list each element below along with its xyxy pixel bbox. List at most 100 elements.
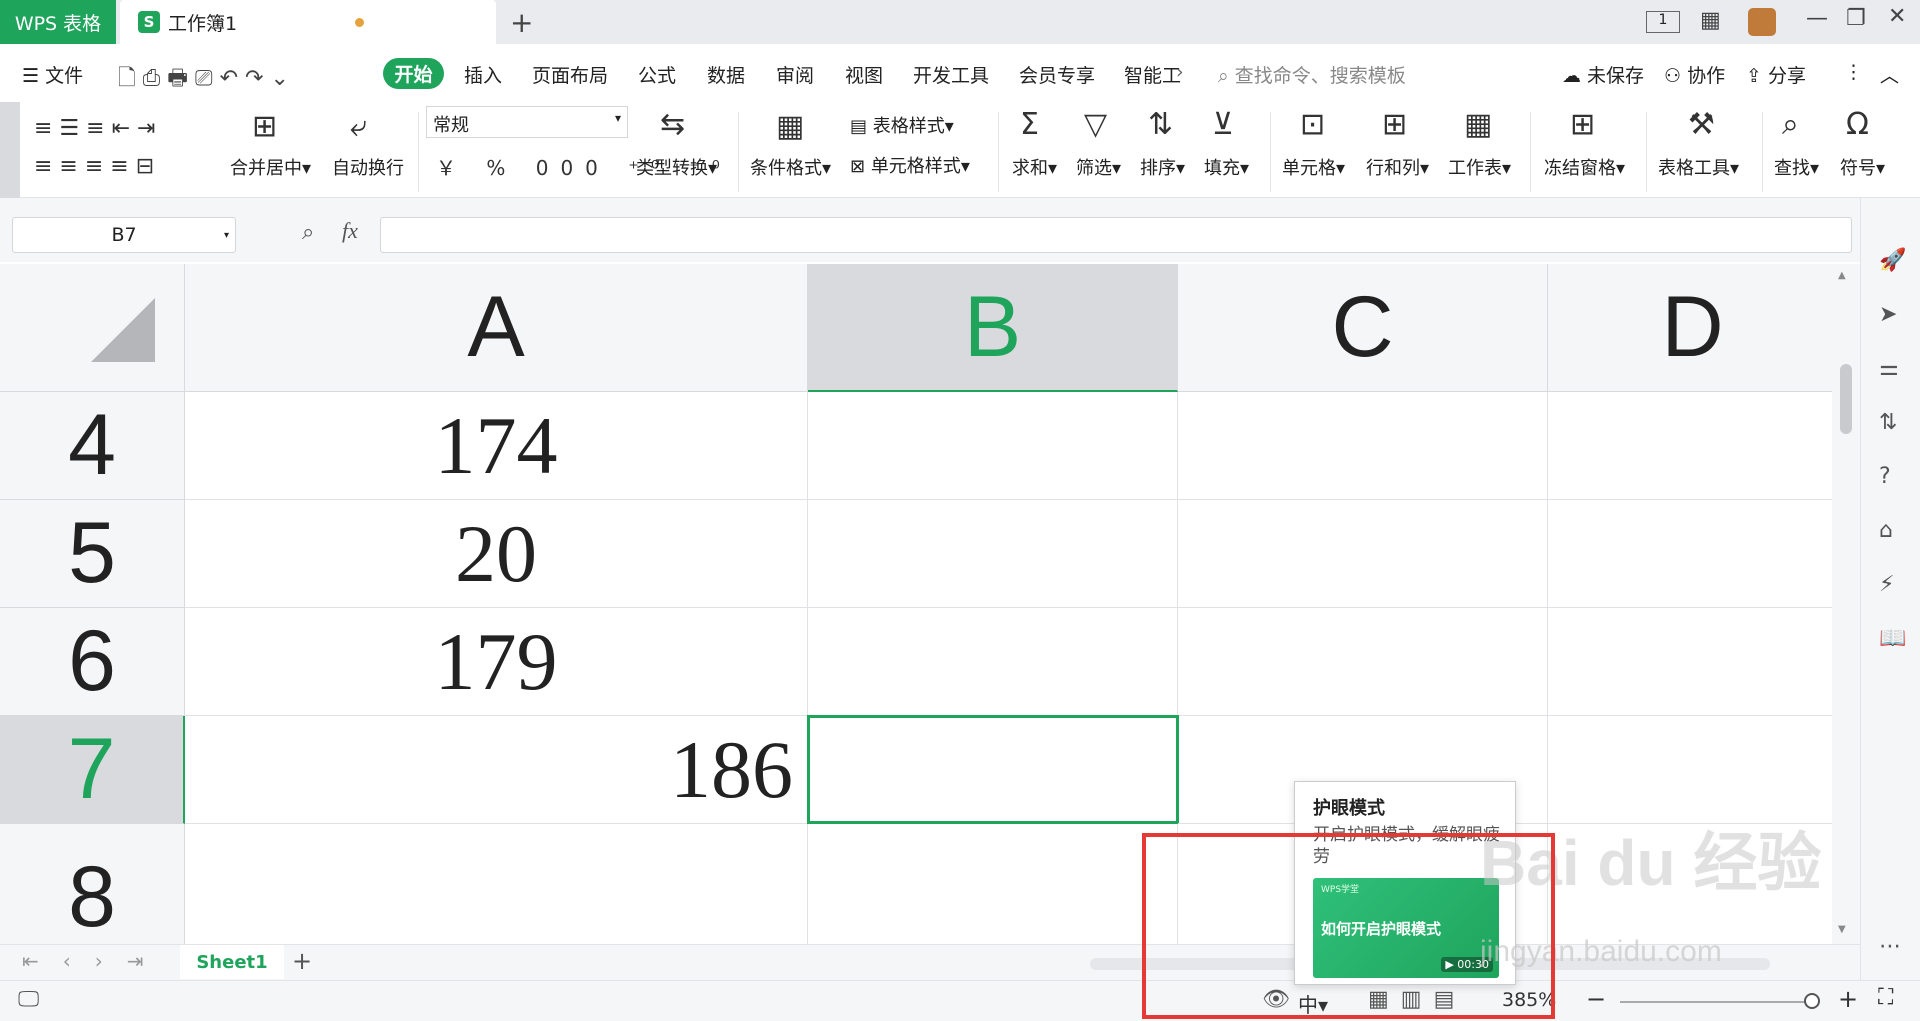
column-header-d[interactable]: D bbox=[1548, 264, 1832, 392]
restore-icon[interactable]: ❐ bbox=[1846, 6, 1866, 31]
cell-a4[interactable]: 174 bbox=[185, 392, 808, 500]
zoom-in-icon[interactable]: + bbox=[1838, 985, 1858, 1013]
avatar[interactable] bbox=[1748, 8, 1776, 36]
column-header-b[interactable]: B bbox=[808, 264, 1178, 392]
menu-member[interactable]: 会员专享 bbox=[1019, 61, 1095, 88]
table-style-button[interactable]: ▤ 表格样式▾ bbox=[850, 112, 954, 138]
lightning-icon[interactable]: ⚡ bbox=[1879, 572, 1894, 597]
name-box[interactable]: B7 ▾ bbox=[12, 217, 236, 253]
page-indicator[interactable]: 1 bbox=[1646, 11, 1680, 33]
menu-more-icon[interactable]: › bbox=[1176, 61, 1184, 83]
vertical-scroll-thumb[interactable] bbox=[1840, 364, 1852, 434]
menu-page-layout[interactable]: 页面布局 bbox=[532, 61, 608, 88]
grid-apps-icon[interactable]: ▦ bbox=[1700, 8, 1721, 33]
cell-c4[interactable] bbox=[1178, 392, 1548, 500]
menu-review[interactable]: 审阅 bbox=[776, 61, 814, 88]
store-icon[interactable]: ⌂ bbox=[1879, 518, 1893, 543]
cell-button[interactable]: 单元格▾ bbox=[1282, 154, 1345, 180]
ribbon-scroll-left[interactable] bbox=[0, 102, 20, 198]
row-col-button[interactable]: 行和列▾ bbox=[1366, 154, 1429, 180]
zoom-formula-icon[interactable]: ⌕ bbox=[302, 220, 314, 245]
table-tools-button[interactable]: 表格工具▾ bbox=[1658, 154, 1739, 180]
row-header-6[interactable]: 6 bbox=[0, 608, 185, 716]
cell-c5[interactable] bbox=[1178, 500, 1548, 608]
close-icon[interactable]: ✕ bbox=[1888, 4, 1906, 29]
symbol-button[interactable]: 符号▾ bbox=[1840, 154, 1885, 180]
rocket-icon[interactable]: 🚀 bbox=[1879, 248, 1906, 273]
command-search[interactable]: ⌕ 查找命令、搜索模板 bbox=[1218, 61, 1406, 88]
add-sheet-icon[interactable]: + bbox=[292, 947, 312, 975]
select-all-corner[interactable] bbox=[0, 264, 185, 392]
wrap-text-button[interactable]: 自动换行 bbox=[332, 154, 404, 180]
type-convert-button[interactable]: 类型转换▾ bbox=[636, 154, 717, 180]
zoom-out-icon[interactable]: − bbox=[1586, 985, 1606, 1013]
transfer-icon[interactable]: ⇅ bbox=[1879, 410, 1897, 435]
file-menu[interactable]: ☰ 文件 bbox=[22, 61, 83, 88]
freeze-panes-button[interactable]: 冻结窗格▾ bbox=[1544, 154, 1625, 180]
cell-a6[interactable]: 179 bbox=[185, 608, 808, 716]
column-header-a[interactable]: A bbox=[185, 264, 808, 392]
row-header-5[interactable]: 5 bbox=[0, 500, 185, 608]
cell-a7[interactable]: 186 bbox=[185, 716, 808, 824]
find-button[interactable]: 查找▾ bbox=[1774, 154, 1819, 180]
macro-icon[interactable]: 🖵 bbox=[18, 987, 39, 1012]
number-format-select[interactable]: 常规 ▾ bbox=[426, 106, 628, 138]
more-icon[interactable]: ⋯ bbox=[1879, 934, 1901, 959]
menu-start[interactable]: 开始 bbox=[383, 58, 444, 89]
zoom-slider[interactable] bbox=[1620, 1001, 1816, 1003]
formula-input[interactable] bbox=[380, 217, 1852, 253]
menu-formula[interactable]: 公式 bbox=[638, 61, 676, 88]
cell-a5[interactable]: 20 bbox=[185, 500, 808, 608]
align-buttons[interactable]: ≡ ☰ ≡ ⇤ ⇥ ≡ ≡ ≡ ≡ ⊟ bbox=[34, 110, 214, 186]
new-tab-plus-icon[interactable]: + bbox=[510, 6, 533, 39]
menu-insert[interactable]: 插入 bbox=[464, 61, 502, 88]
cell-c6[interactable] bbox=[1178, 608, 1548, 716]
vertical-scrollbar[interactable]: ▲ ▼ bbox=[1832, 264, 1860, 944]
cell-b4[interactable] bbox=[808, 392, 1178, 500]
zoom-slider-thumb[interactable] bbox=[1804, 993, 1820, 1009]
sheet-nav-icons[interactable]: ⇤‹›⇥ bbox=[22, 949, 168, 973]
cell-d4[interactable] bbox=[1548, 392, 1832, 500]
cell-b6[interactable] bbox=[808, 608, 1178, 716]
scroll-down-icon[interactable]: ▼ bbox=[1838, 924, 1846, 935]
sort-button[interactable]: 排序▾ bbox=[1140, 154, 1185, 180]
settings-sliders-icon[interactable]: ⚌ bbox=[1879, 356, 1899, 381]
worksheet-button[interactable]: 工作表▾ bbox=[1448, 154, 1511, 180]
fx-icon[interactable]: fx bbox=[342, 218, 358, 244]
cell-d5[interactable] bbox=[1548, 500, 1832, 608]
collab-button[interactable]: ⚇ 协作 bbox=[1664, 61, 1725, 88]
menu-view[interactable]: 视图 bbox=[845, 61, 883, 88]
more-options-icon[interactable]: ⋮ bbox=[1844, 61, 1863, 83]
cell-d6[interactable] bbox=[1548, 608, 1832, 716]
share-button[interactable]: ⇪ 分享 bbox=[1746, 61, 1806, 88]
sum-button[interactable]: 求和▾ bbox=[1012, 154, 1057, 180]
quick-access-icons[interactable]: 🗋 ⎙ 🖶 ⎚ ↶ ↷ ⌄ bbox=[118, 61, 289, 99]
cell-style-button[interactable]: ⊠ 单元格样式▾ bbox=[850, 152, 970, 178]
cell-d7[interactable] bbox=[1548, 716, 1832, 824]
unsaved-button[interactable]: ☁ 未保存 bbox=[1562, 61, 1644, 88]
filter-button[interactable]: 筛选▾ bbox=[1076, 154, 1121, 180]
scroll-up-icon[interactable]: ▲ bbox=[1838, 270, 1846, 281]
cell-b8[interactable] bbox=[808, 824, 1178, 944]
workbook-tab[interactable]: S 工作簿1 bbox=[120, 0, 496, 44]
row-header-4[interactable]: 4 bbox=[0, 392, 185, 500]
collapse-ribbon-icon[interactable]: ︿ bbox=[1880, 61, 1899, 88]
row-header-7[interactable]: 7 bbox=[0, 716, 185, 824]
row-header-8[interactable]: 8 bbox=[0, 824, 185, 944]
menu-data[interactable]: 数据 bbox=[707, 61, 745, 88]
cell-b5[interactable] bbox=[808, 500, 1178, 608]
cell-b7-selected[interactable] bbox=[807, 715, 1179, 824]
book-icon[interactable]: 📖 bbox=[1879, 626, 1906, 651]
help-icon[interactable]: ? bbox=[1879, 464, 1891, 489]
cell-a8[interactable] bbox=[185, 824, 808, 944]
menu-smart[interactable]: 智能工 bbox=[1124, 61, 1181, 88]
wps-home-tab[interactable]: WPS 表格 bbox=[0, 0, 116, 44]
pointer-icon[interactable]: ➤ bbox=[1879, 302, 1897, 327]
conditional-format-button[interactable]: 条件格式▾ bbox=[750, 154, 831, 180]
merge-center-button[interactable]: 合并居中▾ bbox=[230, 154, 311, 180]
sheet-tab[interactable]: Sheet1 bbox=[180, 945, 284, 979]
menu-developer[interactable]: 开发工具 bbox=[913, 61, 989, 88]
column-header-c[interactable]: C bbox=[1178, 264, 1548, 392]
minimize-icon[interactable]: — bbox=[1806, 6, 1828, 31]
fullscreen-icon[interactable]: ⛶ bbox=[1878, 985, 1893, 1010]
